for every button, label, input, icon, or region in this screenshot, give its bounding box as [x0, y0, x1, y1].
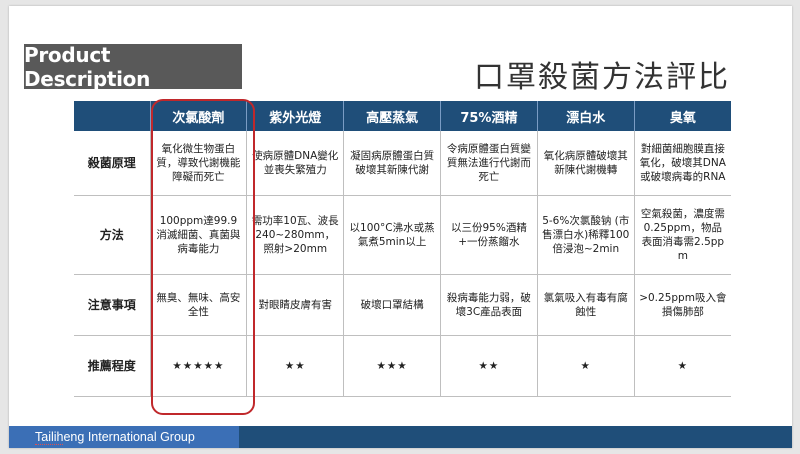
table-cell: 以100°C沸水或蒸氣煮5min以上 [343, 195, 441, 275]
table-cell: 破壞口罩結構 [343, 274, 441, 336]
star-rating: ★★ [440, 335, 538, 397]
table-row: 推薦程度 ★★★★★ ★★ ★★★ ★★ ★ ★ [74, 335, 731, 397]
header-cell-bleach: 漂白水 [537, 101, 635, 131]
table-cell: 殺病毒能力弱，破壞3C產品表面 [440, 274, 538, 336]
footer-bar: Tailiheng International Group [9, 426, 792, 448]
header-cell-empty [74, 101, 151, 131]
star-rating: ★★★ [343, 335, 441, 397]
table-cell: 氧化微生物蛋白質，導致代謝機能障礙而死亡 [150, 131, 248, 196]
table-cell: 以三份95%酒精+一份蒸餾水 [440, 195, 538, 275]
star-rating: ★★ [246, 335, 345, 397]
table-cell: 5-6%次氯酸钠 (市售漂白水)稀釋100倍浸泡~2min [537, 195, 635, 275]
table-cell: 凝固病原體蛋白質破壞其新陳代謝 [343, 131, 441, 196]
table-cell: 令病原體蛋白質變質無法進行代謝而死亡 [440, 131, 538, 196]
star-rating: ★ [634, 335, 731, 397]
row-label: 殺菌原理 [74, 131, 151, 196]
table-cell: 對眼睛皮膚有害 [246, 274, 345, 336]
footer-company-name: Tailiheng International Group [35, 430, 195, 444]
product-description-label: Product Description [24, 43, 242, 91]
table-row: 方法 100ppm達99.9消滅細菌、真菌與病毒能力 需功率10瓦、波長240~… [74, 195, 731, 275]
table-cell: 無臭、無味、高安全性 [150, 274, 248, 336]
table-cell: 氧化病原體破壞其新陳代謝機轉 [537, 131, 635, 196]
slide: Product Description 口罩殺菌方法評比 次氯酸劑 紫外光燈 高… [9, 6, 792, 448]
table-row: 注意事項 無臭、無味、高安全性 對眼睛皮膚有害 破壞口罩結構 殺病毒能力弱，破壞… [74, 274, 731, 336]
row-label: 方法 [74, 195, 151, 275]
header-cell-steam: 高壓蒸氣 [343, 101, 441, 131]
slide-title: 口罩殺菌方法評比 [474, 60, 730, 95]
header-cell-ozone: 臭氧 [634, 101, 731, 131]
table-cell: 氯氣吸入有毒有腐蝕性 [537, 274, 635, 336]
comparison-table: 次氯酸劑 紫外光燈 高壓蒸氣 75%酒精 漂白水 臭氧 殺菌原理 氧化微生物蛋白… [74, 101, 731, 397]
row-label: 推薦程度 [74, 335, 151, 397]
header-cell-uv-lamp: 紫外光燈 [246, 101, 345, 131]
table-row: 殺菌原理 氧化微生物蛋白質，導致代謝機能障礙而死亡 使病原體DNA變化並喪失繁殖… [74, 131, 731, 196]
star-rating: ★ [537, 335, 635, 397]
table-cell: 使病原體DNA變化並喪失繁殖力 [246, 131, 345, 196]
spellcheck-underline [35, 444, 63, 445]
table-cell: 100ppm達99.9消滅細菌、真菌與病毒能力 [150, 195, 248, 275]
table-cell: >0.25ppm吸入會損傷肺部 [634, 274, 731, 336]
table-header-row: 次氯酸劑 紫外光燈 高壓蒸氣 75%酒精 漂白水 臭氧 [74, 101, 731, 131]
table-cell: 需功率10瓦、波長240~280mm，照射>20mm [246, 195, 345, 275]
table-cell: 對細菌細胞膜直接氧化，破壞其DNA或破壞病毒的RNA [634, 131, 731, 196]
header-cell-hypochlorous: 次氯酸劑 [150, 101, 248, 131]
header-cell-alcohol: 75%酒精 [440, 101, 538, 131]
star-rating: ★★★★★ [150, 335, 248, 397]
table-cell: 空氣殺菌，濃度需0.25ppm，物品表面消毒需2.5ppm [634, 195, 731, 275]
row-label: 注意事項 [74, 274, 151, 336]
